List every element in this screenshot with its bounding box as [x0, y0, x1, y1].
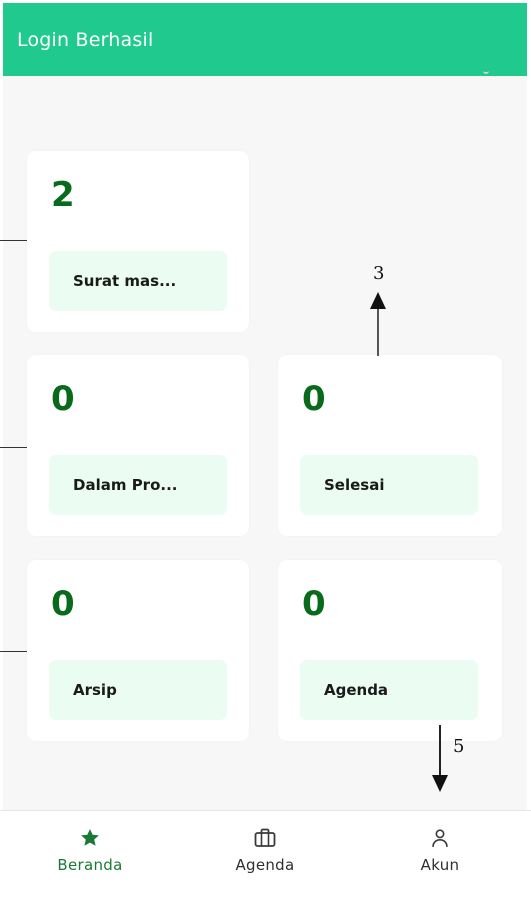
bottom-navigation: Beranda Agenda Akun: [0, 810, 531, 900]
annotation-label-up: 3: [373, 263, 385, 284]
arrow-up-icon: [370, 292, 386, 309]
card-label: Agenda: [300, 660, 478, 720]
nav-label: Akun: [420, 856, 460, 874]
card-label: Dalam Pro...: [49, 455, 227, 515]
user-icon: [428, 826, 452, 850]
annotation-label-down: 5: [453, 736, 465, 757]
card-count: 0: [302, 379, 326, 419]
app-bar-title: Login Berhasil: [17, 28, 154, 51]
app-bar: Login Berhasil: [3, 3, 527, 76]
dashboard-content: 2 Surat mas... 0 Dalam Pro... 0 Selesai …: [3, 76, 527, 810]
arrow-down-icon: [432, 775, 448, 792]
annotation-line: [0, 240, 27, 241]
app-bar-indicator: [483, 68, 489, 74]
card-dalam-proses[interactable]: 0 Dalam Pro...: [27, 355, 249, 536]
card-surat-masuk[interactable]: 2 Surat mas...: [27, 151, 249, 332]
nav-item-agenda[interactable]: Agenda: [215, 811, 315, 901]
card-selesai[interactable]: 0 Selesai: [278, 355, 502, 536]
card-count: 0: [302, 584, 326, 624]
card-agenda[interactable]: 0 Agenda: [278, 560, 502, 741]
card-label: Arsip: [49, 660, 227, 720]
card-label: Surat mas...: [49, 251, 227, 311]
card-arsip[interactable]: 0 Arsip: [27, 560, 249, 741]
nav-label: Agenda: [235, 856, 295, 874]
card-count: 0: [51, 379, 75, 419]
card-count: 2: [51, 175, 75, 215]
nav-label: Beranda: [57, 856, 123, 874]
annotation-line: [0, 651, 27, 652]
annotation-arrow-up-line: [377, 308, 379, 356]
card-count: 0: [51, 584, 75, 624]
nav-item-akun[interactable]: Akun: [390, 811, 490, 901]
annotation-arrow-down-line: [439, 725, 441, 777]
annotation-line: [0, 447, 27, 448]
briefcase-icon: [253, 826, 277, 850]
nav-item-beranda[interactable]: Beranda: [40, 811, 140, 901]
star-icon: [78, 826, 102, 850]
card-label: Selesai: [300, 455, 478, 515]
